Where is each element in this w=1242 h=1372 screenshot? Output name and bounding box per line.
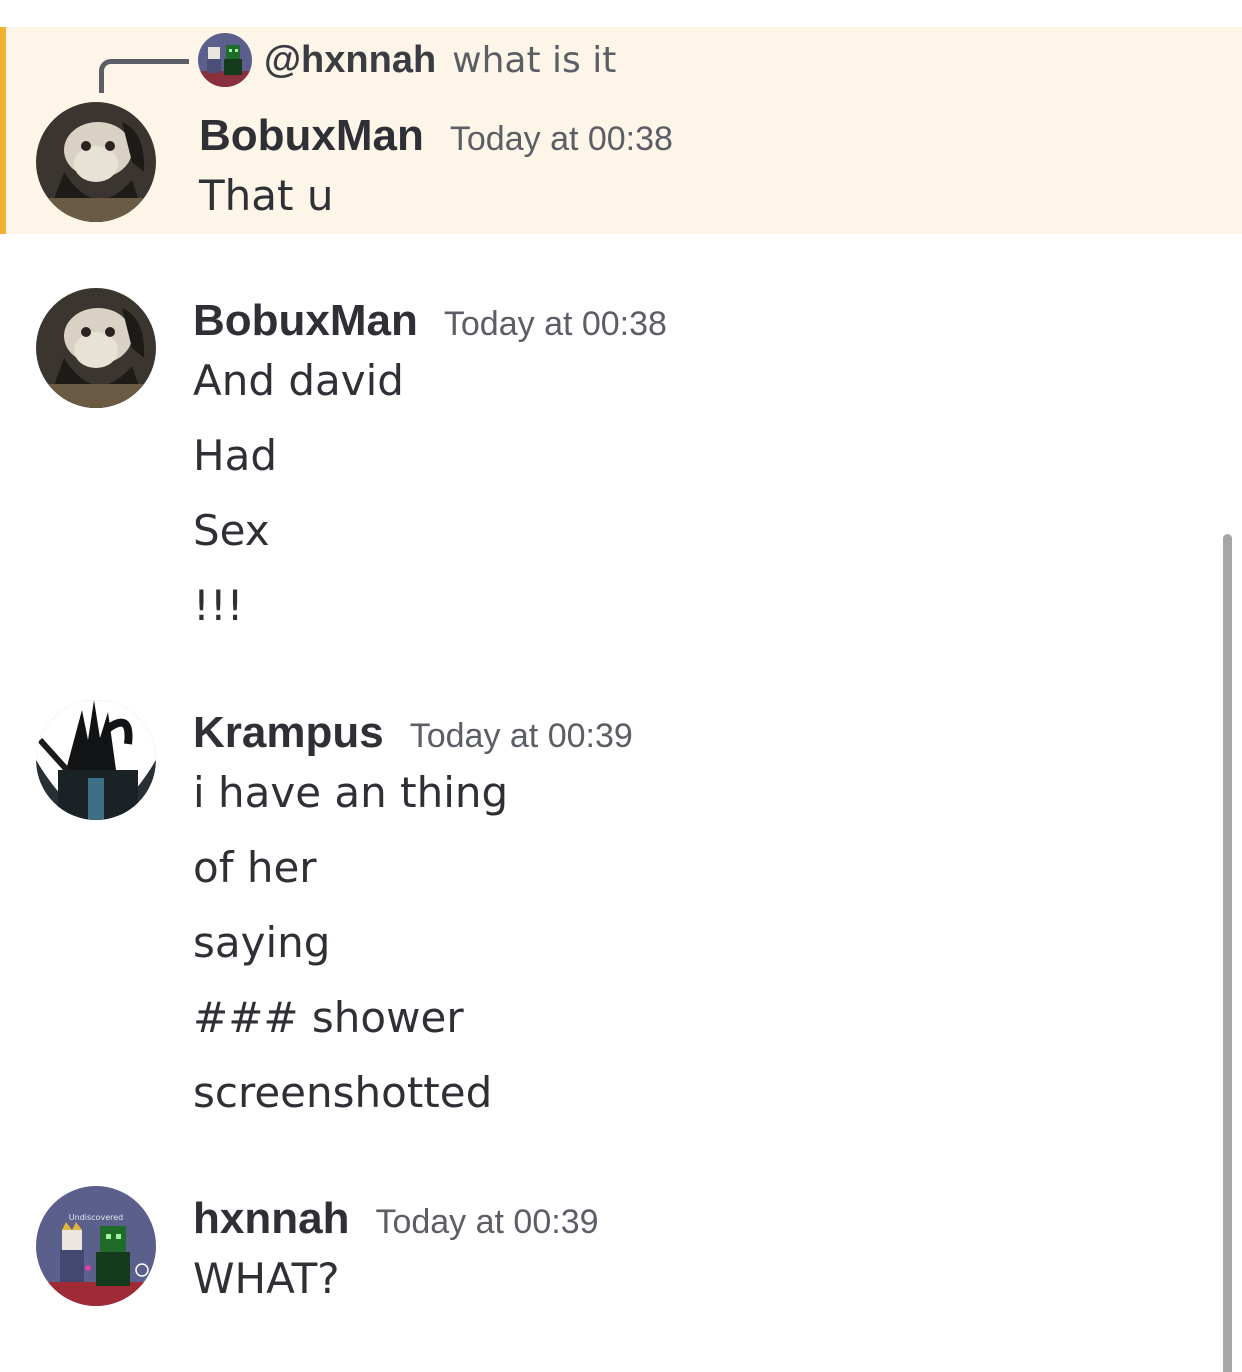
reply-username[interactable]: @hxnnah [264, 39, 436, 82]
reply-connector [99, 59, 189, 93]
message-text: And david [193, 356, 404, 405]
message-header: Krampus Today at 00:39 [193, 708, 633, 758]
user-avatar-roblox-icon[interactable]: Undiscovered [36, 1186, 156, 1306]
user-avatar-roblox-icon [198, 33, 252, 87]
user-avatar-cat-icon[interactable] [36, 102, 156, 222]
reply-reference[interactable]: @hxnnah what is it [198, 33, 616, 87]
message-text: of her [193, 843, 317, 892]
message-text: WHAT? [193, 1254, 340, 1303]
user-avatar-krampus-icon[interactable] [36, 700, 156, 820]
author-name[interactable]: BobuxMan [193, 296, 418, 346]
message-text: Had [193, 431, 277, 480]
message-group-reply[interactable]: @hxnnah what is it BobuxMan Today at 00:… [0, 27, 1242, 234]
message-header: BobuxMan Today at 00:38 [199, 111, 673, 161]
author-name[interactable]: Krampus [193, 708, 384, 758]
scrollbar-thumb[interactable] [1223, 534, 1232, 1372]
message-text: That u [199, 171, 334, 220]
message-text: i have an thing [193, 768, 509, 817]
message-group[interactable]: Krampus Today at 00:39 i have an thing o… [0, 700, 1242, 1130]
message-text: screenshotted [193, 1068, 493, 1117]
avatar-caption: Undiscovered [69, 1213, 123, 1222]
message-text: saying [193, 918, 331, 967]
message-header: BobuxMan Today at 00:38 [193, 296, 667, 346]
user-avatar-cat-icon[interactable] [36, 288, 156, 408]
author-name[interactable]: hxnnah [193, 1194, 349, 1244]
reply-preview-text[interactable]: what is it [452, 40, 616, 81]
message-group[interactable]: BobuxMan Today at 00:38 And david Had Se… [0, 288, 1242, 638]
message-text: Sex [193, 506, 270, 555]
message-timestamp: Today at 00:38 [449, 120, 673, 158]
message-group[interactable]: Undiscovered hxnnah Today at 00:39 WHAT? [0, 1186, 1242, 1316]
chat-message-list: @hxnnah what is it BobuxMan Today at 00:… [0, 0, 1242, 1372]
message-text: !!! [193, 581, 244, 630]
author-name[interactable]: BobuxMan [199, 111, 424, 161]
message-timestamp: Today at 00:38 [443, 305, 667, 343]
message-timestamp: Today at 00:39 [375, 1203, 599, 1241]
message-timestamp: Today at 00:39 [409, 717, 633, 755]
message-header: hxnnah Today at 00:39 [193, 1194, 599, 1244]
message-text: ### shower [193, 993, 464, 1042]
